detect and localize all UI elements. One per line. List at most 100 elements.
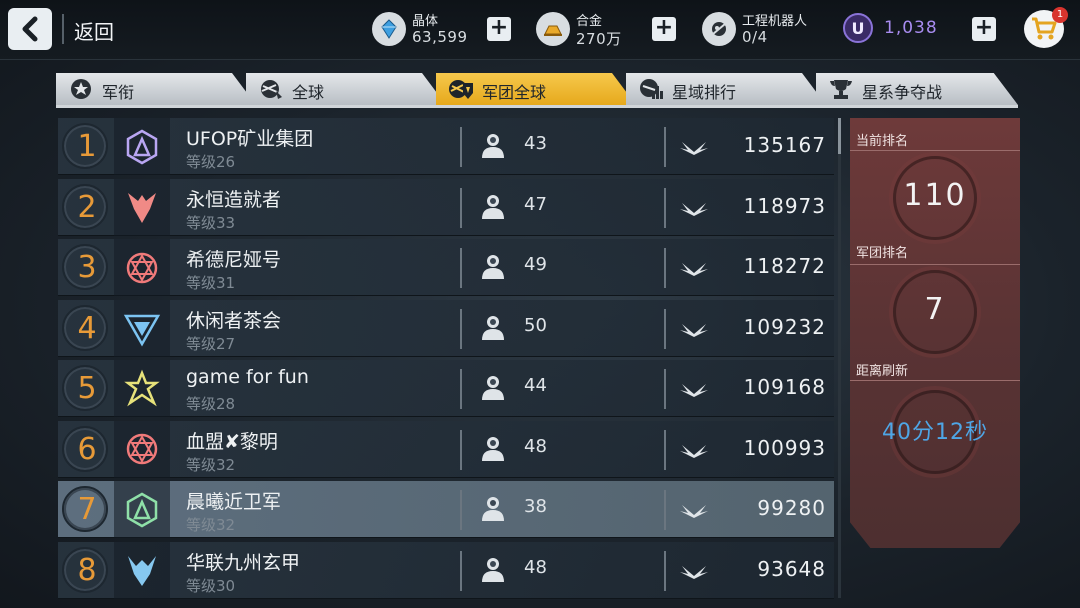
legion-emblem-icon [114, 299, 170, 357]
member-count: 48 [524, 435, 547, 457]
member-icon [482, 436, 504, 461]
trophy-icon [830, 80, 852, 99]
rank-circle: 5 [62, 365, 108, 411]
divider [850, 150, 1020, 151]
legion-row[interactable]: 7 晨曦近卫军等级32 38 99280 [58, 481, 834, 538]
legion-name: game for fun [186, 366, 309, 388]
tab-galaxy-battle[interactable]: 星系争夺战 [816, 73, 1018, 105]
rank-badge-icon [71, 79, 91, 99]
divider [460, 248, 462, 288]
legion-row[interactable]: 3 希德尼娅号 等级31 49 118272 [58, 239, 834, 296]
tab-label: 星系争夺战 [862, 83, 943, 102]
rank-circle: 8 [62, 546, 108, 593]
member-icon [482, 134, 504, 158]
divider [460, 369, 462, 409]
refresh-label: 距离刷新 [856, 364, 909, 379]
divider [664, 127, 666, 167]
legion-emblem-icon [114, 541, 170, 599]
divider [460, 429, 462, 470]
rank-number: 8 [77, 552, 97, 588]
resource-crystal: 晶体 63,599 [372, 8, 492, 52]
divider [664, 308, 666, 349]
rank-number: 6 [77, 431, 97, 467]
power-score: 93648 [757, 556, 826, 581]
member-icon [482, 497, 504, 521]
power-score: 118973 [743, 193, 826, 218]
add-crystal-button[interactable]: + [487, 17, 511, 41]
legion-emblem-icon [114, 239, 170, 296]
legion-row[interactable]: 1 UFOP矿业集团 等级26 43 135167 [58, 118, 834, 175]
rank-number: 5 [77, 371, 97, 406]
member-count: 43 [524, 133, 547, 154]
legion-name: 希德尼娅号 [186, 249, 282, 271]
legion-rank-label: 军团排名 [856, 246, 909, 261]
legion-name: 血盟✘黎明 [186, 430, 278, 453]
star-domain-icon [640, 79, 663, 99]
member-count: 47 [524, 193, 547, 215]
divider [664, 369, 666, 409]
member-icon [482, 557, 504, 582]
legion-level: 等级30 [186, 576, 236, 595]
legion-row[interactable]: 4 休闲者茶会 等级27 50 109232 [58, 299, 834, 357]
legion-level: 等级33 [186, 213, 236, 232]
divider [664, 550, 666, 591]
tab-star-domain[interactable]: 星域排行 [626, 73, 826, 105]
tab-rank[interactable]: 军衔 [56, 73, 256, 105]
current-rank-label: 当前排名 [856, 134, 909, 149]
legion-row[interactable]: 8 华联九州玄甲 等级30 48 93648 [58, 541, 834, 599]
tab-legion-global[interactable]: 军团全球 [436, 73, 636, 105]
rank-number: 3 [77, 250, 97, 285]
tab-global[interactable]: 全球 [246, 73, 446, 105]
globe-icon [261, 80, 282, 99]
member-count: 38 [524, 496, 547, 517]
divider [460, 550, 462, 591]
divider [460, 127, 462, 167]
legion-emblem-icon [114, 118, 170, 175]
add-alloy-button[interactable]: + [652, 17, 676, 41]
legion-row[interactable]: 5 game for fun 等级28 44 109168 [58, 360, 834, 417]
rank-circle: 4 [62, 304, 108, 351]
member-count: 44 [524, 375, 547, 396]
resource-alloy: 合金 270万 [536, 8, 646, 52]
member-icon [482, 315, 504, 340]
legion-row[interactable]: 2 永恒造就者等级33 47 118973 [58, 178, 834, 236]
rank-circle: 7 [62, 486, 108, 532]
divider [460, 490, 462, 530]
rank-number: 2 [77, 189, 97, 225]
member-count: 49 [524, 254, 547, 275]
refresh-countdown: 40分12秒 [882, 420, 988, 445]
resource-value: 0/4 [742, 28, 768, 46]
legion-name: 永恒造就者 [186, 188, 282, 211]
crystal-icon [372, 12, 406, 46]
power-score: 99280 [757, 496, 826, 520]
divider [664, 248, 666, 288]
legion-level: 等级32 [186, 516, 236, 534]
legion-emblem-icon [114, 420, 170, 478]
member-icon [482, 255, 504, 279]
divider [460, 187, 462, 228]
power-score: 109168 [743, 375, 826, 399]
divider [850, 380, 1020, 381]
back-button[interactable] [8, 8, 52, 50]
rank-circle: 2 [62, 183, 108, 230]
rank-info-panel: 当前排名 110 军团排名 7 距离刷新 40分12秒 [850, 118, 1020, 548]
resource-name: 合金 [576, 14, 603, 29]
premium-currency-value: 1,038 [884, 18, 938, 38]
member-count: 48 [524, 556, 547, 578]
scrollbar-track[interactable] [838, 118, 841, 598]
back-label[interactable]: 返回 [74, 16, 114, 45]
legion-name: 晨曦近卫军 [186, 491, 282, 513]
power-score: 118272 [743, 254, 826, 278]
rank-number: 1 [77, 129, 97, 164]
robot-icon [702, 12, 736, 46]
legion-emblem-icon [114, 481, 170, 538]
legion-name: 休闲者茶会 [186, 309, 282, 332]
legion-row[interactable]: 6 血盟✘黎明 等级32 48 100993 [58, 420, 834, 478]
scrollbar-thumb[interactable] [838, 118, 841, 154]
legion-globe-icon [449, 80, 473, 99]
member-count: 50 [524, 314, 547, 336]
divider [664, 187, 666, 228]
legion-level: 等级28 [186, 395, 236, 413]
add-currency-button[interactable]: + [972, 17, 996, 41]
legion-emblem-icon [114, 360, 170, 417]
